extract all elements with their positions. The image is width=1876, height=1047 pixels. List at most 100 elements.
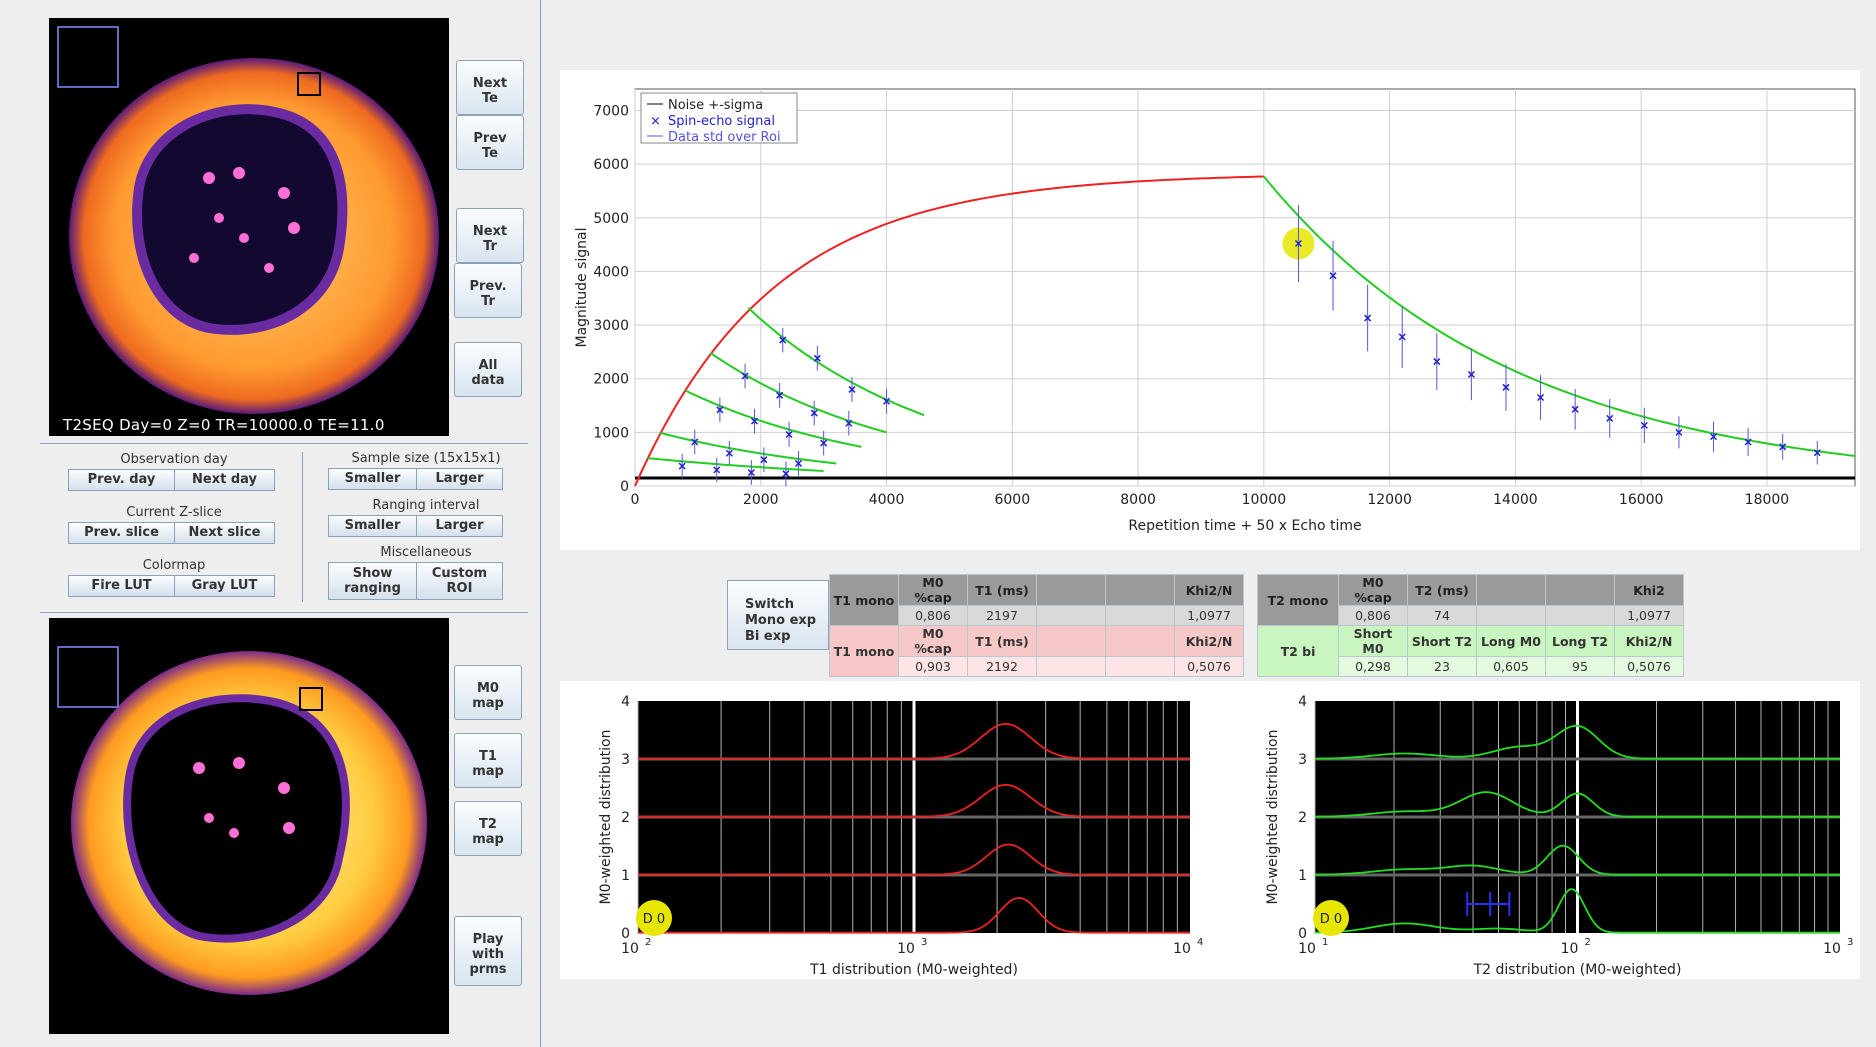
divider-bottom <box>40 612 528 613</box>
all-data-button[interactable]: All data <box>454 342 522 397</box>
dist-y-tick-label: 1 <box>621 868 630 884</box>
m0-map-button[interactable]: M0 map <box>454 665 522 720</box>
legend-signal-swatch: × <box>650 114 661 129</box>
switch-mono-bi-button[interactable]: Switch Mono exp Bi exp <box>727 580 829 650</box>
roi-overview-box <box>57 26 119 88</box>
bottom-map-image[interactable] <box>49 618 449 1034</box>
cell: T2 (ms) <box>1407 574 1477 606</box>
dist-y-axis-label: M0-weighted distribution <box>1265 730 1281 905</box>
y-tick-label: 5000 <box>593 211 629 227</box>
cell: Long M0 <box>1476 625 1546 657</box>
dist-x-tick-label: 10 <box>1823 941 1841 957</box>
show-ranging-button[interactable]: Show ranging <box>328 562 417 600</box>
fire-lut-button[interactable]: Fire LUT <box>68 575 175 597</box>
x-tick-label: 6000 <box>994 492 1030 508</box>
prev-te-button[interactable]: Prev Te <box>456 115 524 170</box>
next-te-button[interactable]: Next Te <box>456 60 524 115</box>
t1-stats-table: T1 mono M0 %cap T1 (ms) Khi2/N 0,806 219… <box>829 574 1244 677</box>
t2-bi-header: T2 bi <box>1257 625 1339 677</box>
t2-stats-table: T2 mono M0 %cap T2 (ms) Khi2 0,806 74 1,… <box>1257 574 1684 677</box>
dist-x-tick-exponent: 3 <box>1847 937 1853 948</box>
prev-slice-button[interactable]: Prev. slice <box>68 522 175 544</box>
cell: Khi2 <box>1614 574 1684 606</box>
cell: Khi2/N <box>1614 625 1684 657</box>
dist-y-tick-label: 3 <box>621 752 630 768</box>
cell: M0 %cap <box>898 625 968 657</box>
cell: 2192 <box>967 656 1037 677</box>
misc-title: Miscellaneous <box>380 545 472 560</box>
t2-distribution-panel: 0 1 2 3 4 10 1 10 2 10 3 T2 distribution (M0-weight… <box>1255 681 1860 979</box>
cell: Long T2 <box>1545 625 1615 657</box>
dist-y-tick-label: 1 <box>1298 868 1307 884</box>
cell <box>1105 625 1175 657</box>
dataset-badge-label: D 0 <box>643 912 665 927</box>
ranging-title: Ranging interval <box>372 498 480 513</box>
colormap-title: Colormap <box>142 558 206 573</box>
t1-distribution-panel: 0 1 2 3 4 10 2 10 3 10 4 T1 distribution (M0-weight… <box>560 681 1255 979</box>
sample-larger-button[interactable]: Larger <box>416 468 503 490</box>
next-tr-button[interactable]: Next Tr <box>456 208 524 263</box>
cell: 1,0977 <box>1614 605 1684 626</box>
legend-noise-label: Noise +-sigma <box>668 98 763 113</box>
cell <box>1105 605 1175 626</box>
divider-mid <box>302 452 303 602</box>
sample-smaller-button[interactable]: Smaller <box>328 468 417 490</box>
cell: 0,806 <box>898 605 968 626</box>
cell: 23 <box>1407 656 1477 677</box>
cell: 74 <box>1407 605 1477 626</box>
cell: M0 %cap <box>898 574 968 606</box>
dist-x-tick-label: 10 <box>1173 941 1191 957</box>
dist-y-tick-label: 2 <box>1298 810 1307 826</box>
cell: 0,298 <box>1338 656 1408 677</box>
x-tick-label: 12000 <box>1367 492 1412 508</box>
x-tick-label: 16000 <box>1619 492 1664 508</box>
t1-distribution-chart[interactable]: 0 1 2 3 4 10 2 10 3 10 4 T1 distribution (M0-weight… <box>560 681 1255 979</box>
next-slice-button[interactable]: Next slice <box>174 522 275 544</box>
y-tick-label: 6000 <box>593 157 629 173</box>
gray-lut-button[interactable]: Gray LUT <box>174 575 275 597</box>
cell: T1 (ms) <box>967 574 1037 606</box>
cell: M0 %cap <box>1338 574 1408 606</box>
play-with-prms-button[interactable]: Play with prms <box>454 916 522 986</box>
t2-distribution-chart[interactable]: 0 1 2 3 4 10 1 10 2 10 3 T2 distribution (M0-weight… <box>1255 681 1860 979</box>
dist-y-tick-label: 4 <box>1298 694 1307 710</box>
t1-mono-red-header: T1 mono <box>829 625 899 677</box>
cell: Khi2/N <box>1174 574 1244 606</box>
z-slice-title: Current Z-slice <box>126 505 222 520</box>
dist-x-tick-exponent: 2 <box>645 937 651 948</box>
x-tick-label: 4000 <box>869 492 905 508</box>
t1-mono-header: T1 mono <box>829 574 899 626</box>
prev-tr-button[interactable]: Prev. Tr <box>454 263 522 318</box>
roi-overview-box-bottom <box>57 646 119 708</box>
cell: 2197 <box>967 605 1037 626</box>
ranging-smaller-button[interactable]: Smaller <box>328 515 417 537</box>
ranging-larger-button[interactable]: Larger <box>416 515 503 537</box>
dist-x-tick-exponent: 4 <box>1197 937 1203 948</box>
dist-y-tick-label: 0 <box>621 926 630 942</box>
dist-y-axis-label: M0-weighted distribution <box>598 730 614 905</box>
t1-map-button[interactable]: T1 map <box>454 733 522 788</box>
chart-legend: Noise +-sigma × Spin-echo signalData std o… <box>640 92 798 145</box>
cell: 1,0977 <box>1174 605 1244 626</box>
y-tick-label: 4000 <box>593 264 629 280</box>
sample-size-title: Sample size (15x15x1) <box>351 451 501 466</box>
prev-day-button[interactable]: Prev. day <box>68 469 175 491</box>
cell <box>1036 574 1106 606</box>
dist-x-tick-exponent: 1 <box>1322 937 1328 948</box>
y-axis-label: Magnitude signal <box>574 227 590 347</box>
dist-x-tick-label: 10 <box>897 941 915 957</box>
cell: Short T2 <box>1407 625 1477 657</box>
legend-std-label: Data std over Roi <box>668 130 781 145</box>
t2-map-button[interactable]: T2 map <box>454 801 522 856</box>
t2-mono-header: T2 mono <box>1257 574 1339 626</box>
top-sample-image[interactable]: T2SEQ Day=0 Z=0 TR=10000.0 TE=11.0 <box>49 18 449 436</box>
signal-chart-panel: 0 2000 4000 6000 8000 10000 12000 14000 16000 180… <box>560 70 1860 550</box>
next-day-button[interactable]: Next day <box>174 469 275 491</box>
y-tick-label: 2000 <box>593 372 629 388</box>
cell: 0,605 <box>1476 656 1546 677</box>
dist-x-tick-label: 10 <box>1298 941 1316 957</box>
custom-roi-button[interactable]: Custom ROI <box>416 562 503 600</box>
signal-chart[interactable]: 0 2000 4000 6000 8000 10000 12000 14000 16000 180… <box>560 70 1860 550</box>
x-tick-label: 0 <box>631 492 640 508</box>
cell <box>1476 574 1546 606</box>
